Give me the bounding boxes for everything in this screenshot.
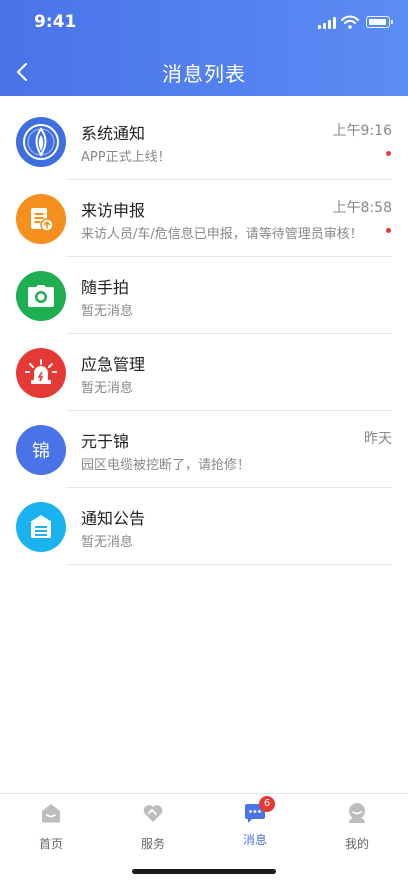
message-title: 应急管理 bbox=[81, 355, 146, 374]
tab-label: 首页 bbox=[38, 837, 63, 851]
tab-messages[interactable]: 6 消息 bbox=[204, 796, 306, 852]
message-list: 系统通知 上午9:16 APP正式上线！ 来访申报 上午8:58 来访人员/车/… bbox=[0, 103, 408, 565]
tab-service[interactable]: 服务 bbox=[102, 802, 204, 852]
service-heart-icon bbox=[143, 805, 163, 822]
status-bar: 9:41 bbox=[0, 0, 408, 44]
message-time: 上午9:16 bbox=[332, 123, 392, 139]
message-title: 通知公告 bbox=[81, 509, 146, 528]
notice-board-icon bbox=[16, 502, 66, 552]
message-title: 元于锦 bbox=[81, 432, 130, 451]
tab-home[interactable]: 首页 bbox=[0, 802, 102, 852]
message-preview: 园区电缆被挖断了，请抢修！ bbox=[81, 458, 251, 473]
message-item-announcement[interactable]: 通知公告 暂无消息 bbox=[0, 488, 408, 565]
message-title: 系统通知 bbox=[81, 124, 146, 143]
message-item-snapshot[interactable]: 随手拍 暂无消息 bbox=[0, 257, 408, 334]
unread-count-badge: 6 bbox=[259, 796, 275, 812]
message-preview: 来访人员/车/危信息已申报，请等待管理员审核！ bbox=[81, 227, 363, 242]
avatar-text: 锦 bbox=[32, 441, 50, 462]
page-title: 消息列表 bbox=[162, 62, 246, 86]
document-upload-icon bbox=[16, 194, 66, 244]
message-item-visit-report[interactable]: 来访申报 上午8:58 来访人员/车/危信息已申报，请等待管理员审核！ bbox=[0, 180, 408, 257]
home-indicator[interactable] bbox=[132, 869, 276, 874]
alarm-light-icon bbox=[16, 348, 66, 398]
home-icon bbox=[42, 804, 60, 823]
battery-icon bbox=[366, 16, 393, 28]
message-item-emergency[interactable]: 应急管理 暂无消息 bbox=[0, 334, 408, 411]
message-preview: 暂无消息 bbox=[81, 381, 134, 396]
message-time: 昨天 bbox=[364, 431, 392, 447]
tab-label: 我的 bbox=[344, 837, 369, 851]
profile-icon bbox=[349, 803, 365, 823]
divider bbox=[66, 564, 392, 565]
message-title: 随手拍 bbox=[81, 278, 130, 297]
wifi-icon bbox=[341, 15, 359, 29]
unread-dot bbox=[386, 151, 391, 156]
message-preview: 暂无消息 bbox=[81, 535, 134, 550]
avatar: 锦 bbox=[16, 425, 66, 475]
tab-profile[interactable]: 我的 bbox=[306, 802, 408, 852]
message-preview: 暂无消息 bbox=[81, 304, 134, 319]
signal-icon bbox=[318, 17, 336, 29]
tab-label: 消息 bbox=[242, 833, 267, 847]
tab-label: 服务 bbox=[140, 837, 165, 851]
message-item-system-notice[interactable]: 系统通知 上午9:16 APP正式上线！ bbox=[0, 103, 408, 180]
message-preview: APP正式上线！ bbox=[81, 150, 171, 165]
message-item-contact[interactable]: 锦 元于锦 昨天 园区电缆被挖断了，请抢修！ bbox=[0, 411, 408, 488]
message-time: 上午8:58 bbox=[332, 200, 392, 216]
message-title: 来访申报 bbox=[81, 201, 146, 220]
system-logo-icon bbox=[16, 117, 66, 167]
unread-dot bbox=[386, 228, 391, 233]
status-time: 9:41 bbox=[34, 12, 77, 32]
header-bar: 9:41 消息列表 bbox=[0, 0, 408, 96]
camera-icon bbox=[16, 271, 66, 321]
